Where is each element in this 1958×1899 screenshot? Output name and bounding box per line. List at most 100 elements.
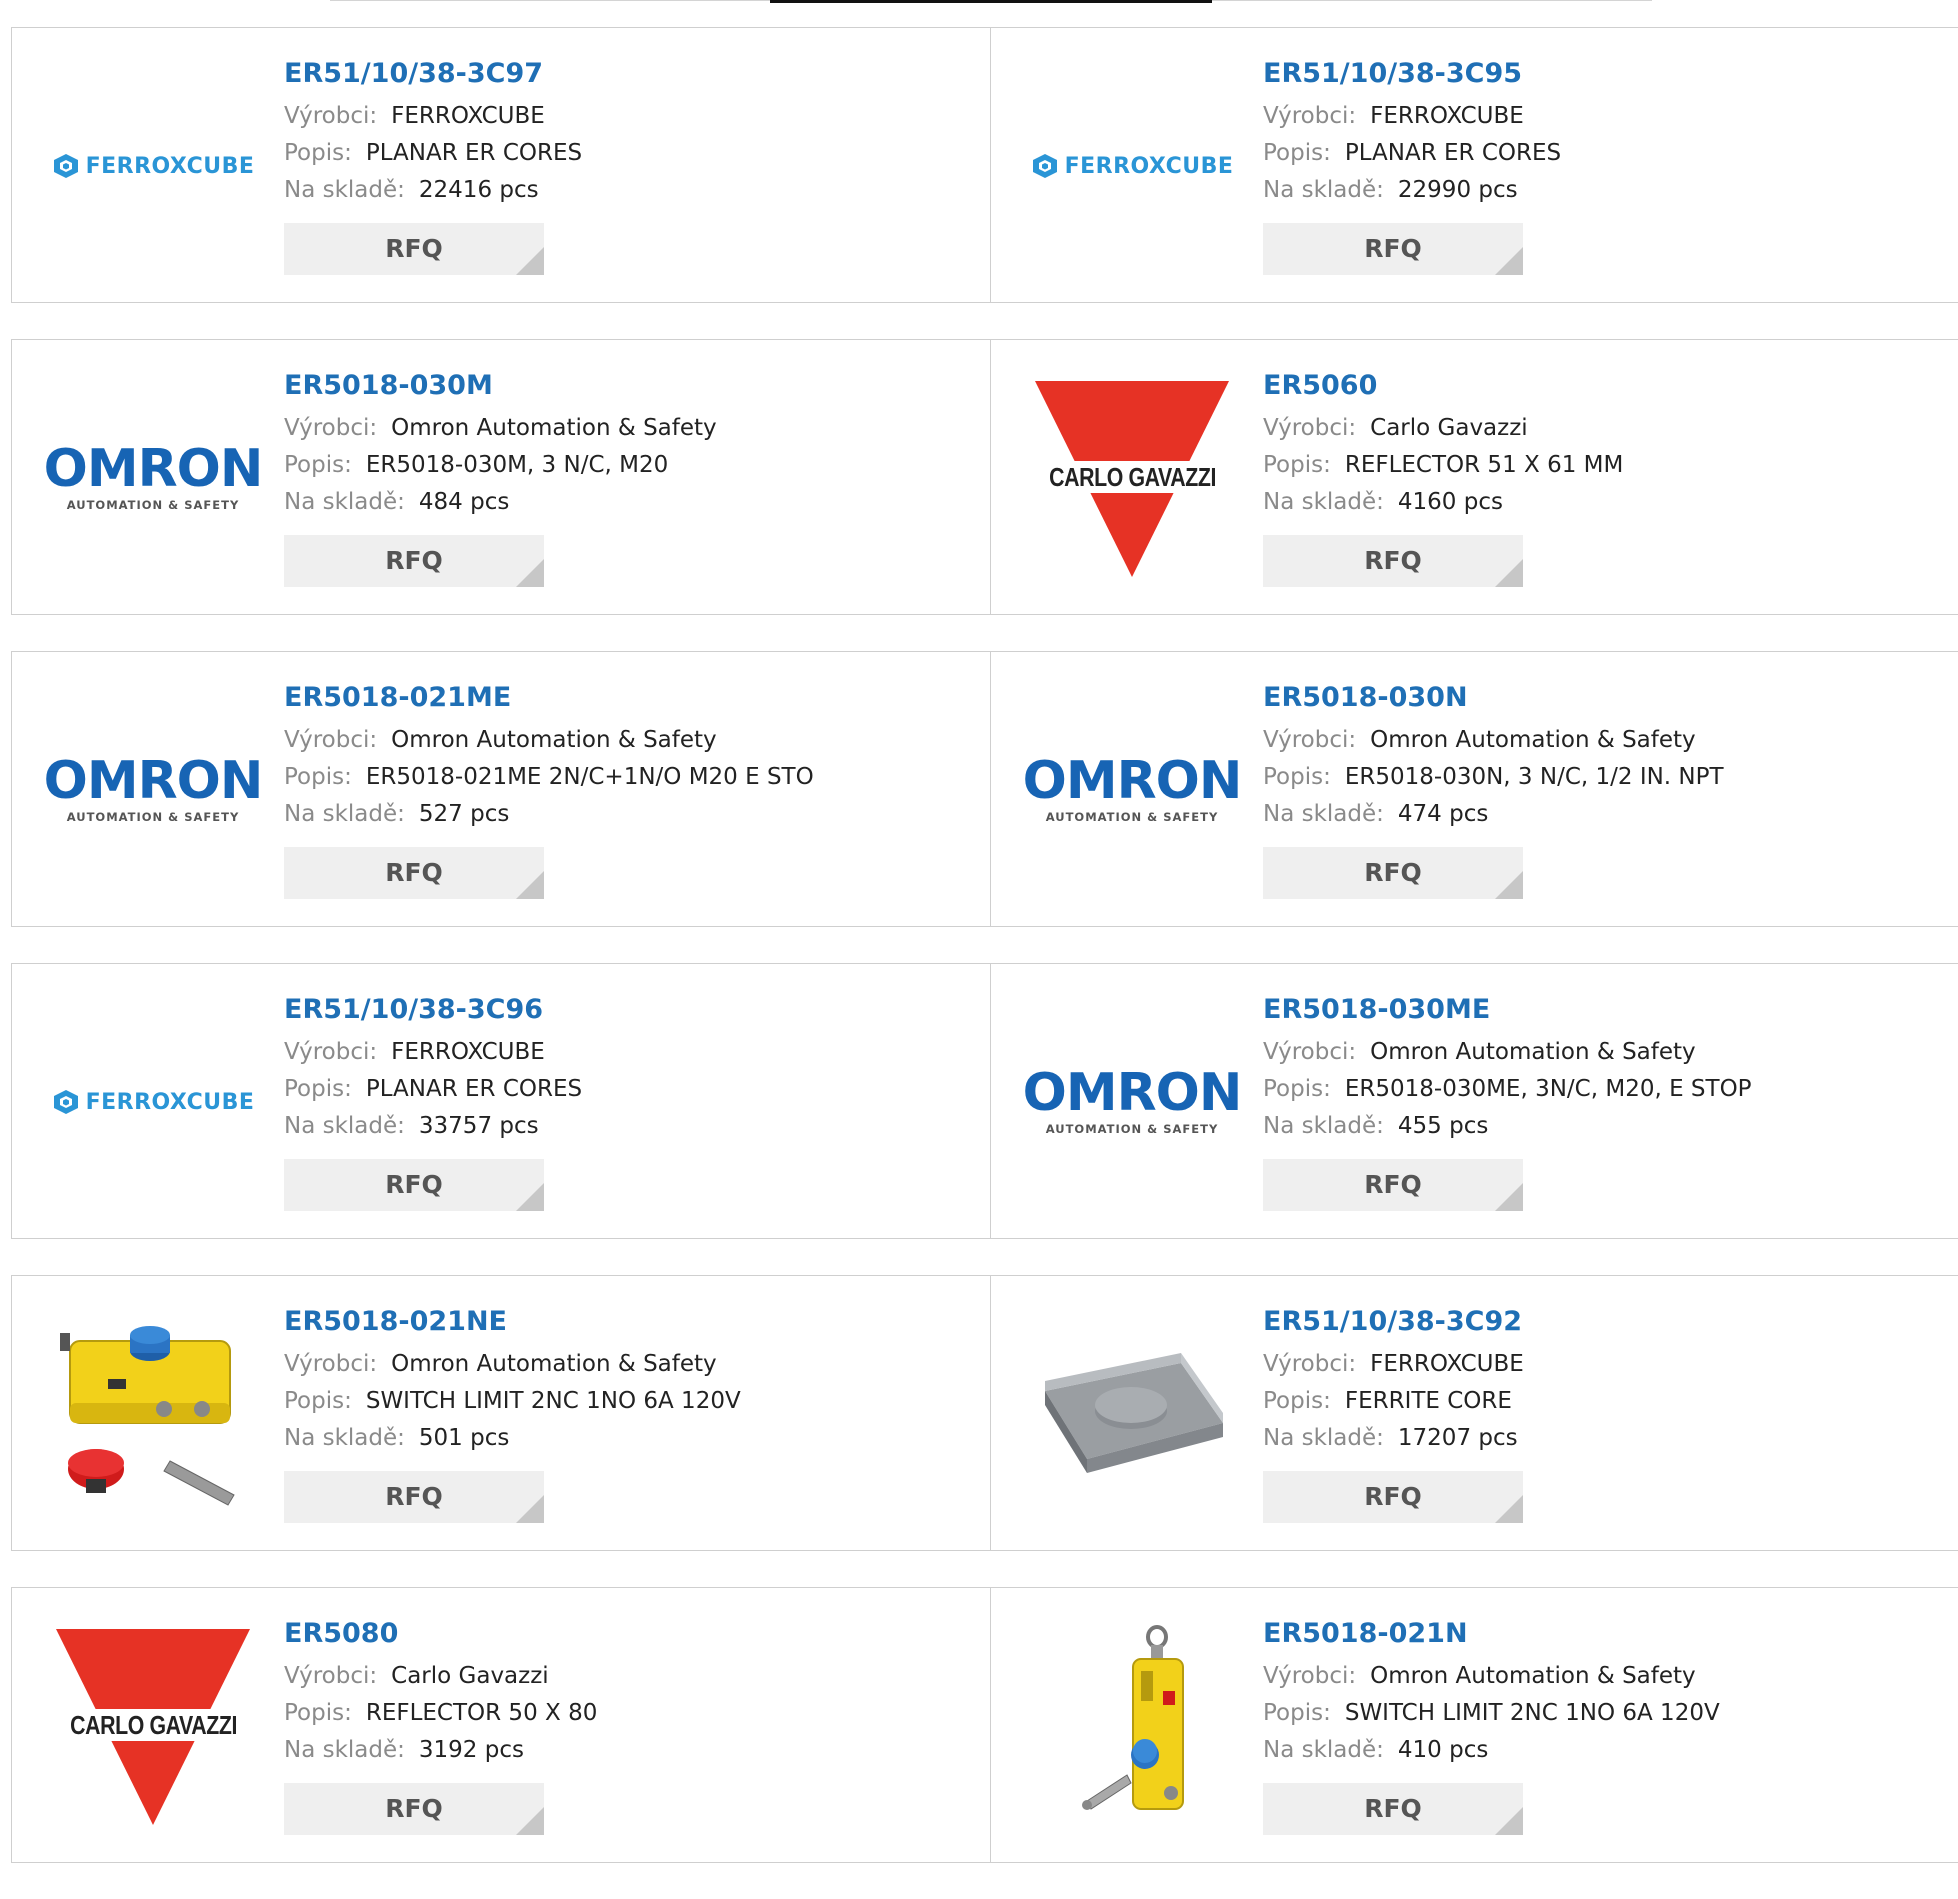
manufacturer-label: Výrobci: — [284, 1351, 378, 1377]
ferroxcube-wordmark: FERROXCUBE — [85, 1089, 255, 1115]
product-info: ER5060 Výrobci: Carlo Gavazzi Popis: REFLE… — [1263, 340, 1623, 614]
part-number-link[interactable]: ER51/10/38-3C92 — [1263, 1306, 1524, 1338]
product-row: OMRON AUTOMATION & SAFETY ER5018-021ME V… — [11, 651, 1958, 927]
manufacturer-value: Carlo Gavazzi — [1370, 415, 1528, 441]
description-line: Popis: FERRITE CORE — [1263, 1383, 1524, 1420]
manufacturer-line: Výrobci: Carlo Gavazzi — [1263, 410, 1623, 447]
part-number-link[interactable]: ER5018-030M — [284, 370, 717, 402]
product-card: CARLO GAVAZZI ER5080 Výrobci: Carlo Gavaz… — [11, 1587, 991, 1863]
rfq-button[interactable]: RFQ — [284, 847, 544, 899]
stock-line: Na skladě: 33757 pcs — [284, 1108, 582, 1145]
rfq-corner-decoration — [516, 559, 544, 587]
description-line: Popis: REFLECTOR 50 X 80 — [284, 1695, 597, 1732]
product-card: OMRON AUTOMATION & SAFETY ER5018-030N Vý… — [991, 651, 1958, 927]
ferroxcube-cube-icon — [53, 1090, 78, 1114]
product-info: ER5080 Výrobci: Carlo Gavazzi Popis: REFLE… — [284, 1588, 597, 1862]
rfq-button[interactable]: RFQ — [1263, 535, 1523, 587]
stock-line: Na skladě: 474 pcs — [1263, 796, 1724, 833]
stock-line: Na skladě: 501 pcs — [284, 1420, 741, 1457]
ferroxcube-wordmark: FERROXCUBE — [1064, 153, 1234, 179]
stock-label: Na skladě: — [1263, 1113, 1384, 1139]
stock-value: 474 pcs — [1397, 801, 1489, 827]
manufacturer-line: Výrobci: FERROXCUBE — [284, 98, 582, 135]
product-info: ER5018-030N Výrobci: Omron Automation & S… — [1263, 652, 1724, 926]
omron-wordmark: OMRON — [1022, 1063, 1243, 1123]
rfq-button[interactable]: RFQ — [284, 1159, 544, 1211]
rfq-label: RFQ — [385, 546, 443, 575]
ferrite-core-image — [1031, 1313, 1233, 1515]
part-number-link[interactable]: ER51/10/38-3C97 — [284, 58, 582, 90]
manufacturer-label: Výrobci: — [284, 1663, 378, 1689]
rfq-corner-decoration — [1495, 1807, 1523, 1835]
rfq-button[interactable]: RFQ — [1263, 1159, 1523, 1211]
product-photo-ferrite-core — [1031, 1313, 1233, 1515]
rfq-button[interactable]: RFQ — [284, 1471, 544, 1523]
stock-label: Na skladě: — [1263, 1737, 1384, 1763]
stock-label: Na skladě: — [284, 1737, 405, 1763]
manufacturer-label: Výrobci: — [1263, 1663, 1357, 1689]
manufacturer-label: Výrobci: — [1263, 415, 1357, 441]
manufacturer-label: Výrobci: — [1263, 1351, 1357, 1377]
manufacturer-value: Omron Automation & Safety — [1370, 727, 1696, 753]
manufacturer-value: Omron Automation & Safety — [1370, 1039, 1696, 1065]
stock-value: 3192 pcs — [418, 1737, 524, 1763]
part-number-link[interactable]: ER5018-021NE — [284, 1306, 741, 1338]
manufacturer-line: Výrobci: FERROXCUBE — [284, 1034, 582, 1071]
active-tab-indicator — [770, 0, 1212, 3]
rfq-button[interactable]: RFQ — [284, 535, 544, 587]
part-number-link[interactable]: ER51/10/38-3C96 — [284, 994, 582, 1026]
part-number-link[interactable]: ER5018-030N — [1263, 682, 1724, 714]
rfq-button[interactable]: RFQ — [1263, 847, 1523, 899]
stock-value: 410 pcs — [1397, 1737, 1489, 1763]
rfq-corner-decoration — [516, 1495, 544, 1523]
rfq-button[interactable]: RFQ — [284, 1783, 544, 1835]
manufacturer-line: Výrobci: FERROXCUBE — [1263, 98, 1561, 135]
part-number-link[interactable]: ER5018-021N — [1263, 1618, 1720, 1650]
omron-wordmark: OMRON — [43, 751, 264, 811]
manufacturer-value: Carlo Gavazzi — [391, 1663, 549, 1689]
rfq-label: RFQ — [1364, 858, 1422, 887]
omron-tagline: AUTOMATION & SAFETY — [66, 498, 240, 512]
stock-label: Na skladě: — [1263, 801, 1384, 827]
omron-logo: OMRON AUTOMATION & SAFETY — [1023, 689, 1243, 891]
stock-value: 22990 pcs — [1397, 177, 1518, 203]
rfq-corner-decoration — [516, 247, 544, 275]
manufacturer-value: Omron Automation & Safety — [391, 415, 717, 441]
omron-wordmark: OMRON — [1022, 751, 1243, 811]
stock-value: 4160 pcs — [1397, 489, 1503, 515]
part-number-link[interactable]: ER51/10/38-3C95 — [1263, 58, 1561, 90]
rfq-button[interactable]: RFQ — [1263, 1783, 1523, 1835]
description-label: Popis: — [1263, 764, 1331, 790]
product-photo-pull-switch — [1031, 1625, 1233, 1827]
part-number-link[interactable]: ER5080 — [284, 1618, 597, 1650]
carlo-gavazzi-logo: CARLO GAVAZZI — [1031, 377, 1233, 579]
carlo-gavazzi-wordmark: CARLO GAVAZZI — [1049, 461, 1216, 493]
rfq-corner-decoration — [1495, 871, 1523, 899]
stock-label: Na skladě: — [284, 1113, 405, 1139]
stock-value: 455 pcs — [1397, 1113, 1489, 1139]
product-info: ER51/10/38-3C96 Výrobci: FERROXCUBE Popis… — [284, 964, 582, 1238]
rfq-label: RFQ — [385, 858, 443, 887]
rfq-button[interactable]: RFQ — [284, 223, 544, 275]
stock-label: Na skladě: — [284, 801, 405, 827]
manufacturer-label: Výrobci: — [284, 1039, 378, 1065]
omron-logo: OMRON AUTOMATION & SAFETY — [44, 689, 264, 891]
rfq-button[interactable]: RFQ — [1263, 1471, 1523, 1523]
omron-wordmark: OMRON — [43, 439, 264, 499]
product-card: FERROXCUBE ER51/10/38-3C96 Výrobci: FERRO… — [11, 963, 991, 1239]
rfq-corner-decoration — [1495, 1495, 1523, 1523]
stock-line: Na skladě: 455 pcs — [1263, 1108, 1752, 1145]
ferroxcube-logo: FERROXCUBE — [1031, 65, 1233, 267]
rfq-button[interactable]: RFQ — [1263, 223, 1523, 275]
manufacturer-value: Omron Automation & Safety — [391, 727, 717, 753]
rfq-corner-decoration — [1495, 1183, 1523, 1211]
part-number-link[interactable]: ER5018-021ME — [284, 682, 814, 714]
part-number-link[interactable]: ER5060 — [1263, 370, 1623, 402]
part-number-link[interactable]: ER5018-030ME — [1263, 994, 1752, 1026]
product-card: ER51/10/38-3C92 Výrobci: FERROXCUBE Popis… — [991, 1275, 1958, 1551]
description-line: Popis: ER5018-030M, 3 N/C, M20 — [284, 447, 717, 484]
product-card: ER5018-021N Výrobci: Omron Automation & S… — [991, 1587, 1958, 1863]
product-info: ER5018-021ME Výrobci: Omron Automation & … — [284, 652, 814, 926]
product-card: FERROXCUBE ER51/10/38-3C97 Výrobci: FERRO… — [11, 27, 991, 303]
manufacturer-value: Omron Automation & Safety — [1370, 1663, 1696, 1689]
